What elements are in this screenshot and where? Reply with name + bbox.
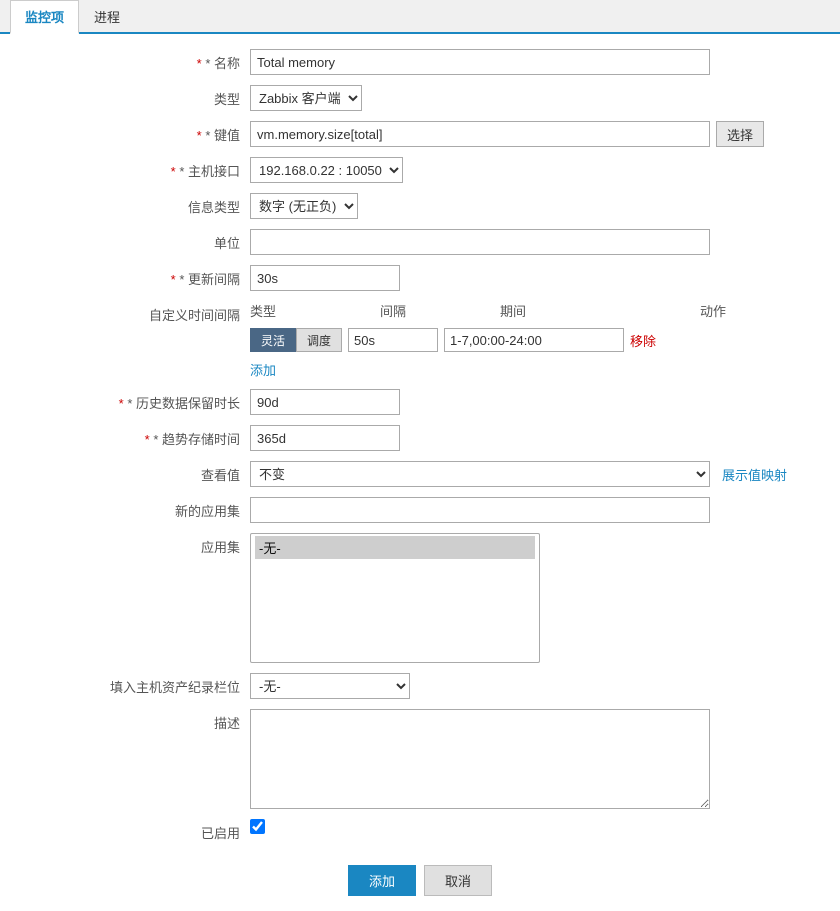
new-app-label: 新的应用集 — [20, 497, 250, 520]
toggle-flexible[interactable]: 灵活 — [250, 328, 296, 352]
unit-input[interactable] — [250, 229, 710, 255]
ci-period-input[interactable] — [444, 328, 624, 352]
app-set-label: 应用集 — [20, 533, 250, 556]
trend-input[interactable] — [250, 425, 400, 451]
unit-label: 单位 — [20, 229, 250, 252]
name-input[interactable] — [250, 49, 710, 75]
key-input[interactable] — [250, 121, 710, 147]
history-input[interactable] — [250, 389, 400, 415]
info-type-label: 信息类型 — [20, 193, 250, 216]
trend-label: * 趋势存储时间 — [20, 425, 250, 448]
update-interval-label: * 更新间隔 — [20, 265, 250, 288]
history-label: * 历史数据保留时长 — [20, 389, 250, 412]
app-set-list[interactable]: -无- — [250, 533, 540, 663]
add-custom-interval-link[interactable]: 添加 — [250, 360, 276, 379]
new-app-input[interactable] — [250, 497, 710, 523]
type-toggle-group: 灵活 调度 — [250, 328, 342, 352]
col-header-interval: 间隔 — [380, 301, 500, 320]
col-header-period: 期间 — [500, 301, 700, 320]
type-label: 类型 — [20, 85, 250, 108]
host-interface-label: * 主机接口 — [20, 157, 250, 180]
info-type-select[interactable]: 数字 (无正负) — [250, 193, 358, 219]
host-asset-select[interactable]: -无- — [250, 673, 410, 699]
ci-interval-input[interactable] — [348, 328, 438, 352]
update-interval-input[interactable] — [250, 265, 400, 291]
col-header-action: 动作 — [700, 301, 760, 320]
cancel-button[interactable]: 取消 — [424, 865, 492, 896]
enabled-checkbox[interactable] — [250, 819, 265, 834]
check-value-select[interactable]: 不变 — [250, 461, 710, 487]
tab-bar: 监控项 进程 — [0, 0, 840, 34]
desc-textarea[interactable] — [250, 709, 710, 809]
tab-monitor[interactable]: 监控项 — [10, 0, 79, 34]
show-mapping-link[interactable]: 展示值映射 — [722, 465, 787, 484]
key-select-button[interactable]: 选择 — [716, 121, 764, 147]
key-label: * 键值 — [20, 121, 250, 144]
remove-link[interactable]: 移除 — [630, 331, 656, 350]
enabled-label: 已启用 — [20, 819, 250, 842]
name-label: * 名称 — [20, 49, 250, 72]
custom-interval-label: 自定义时间间隔 — [20, 301, 250, 324]
check-value-label: 查看值 — [20, 461, 250, 484]
type-select[interactable]: Zabbix 客户端 — [250, 85, 362, 111]
host-interface-select[interactable]: 192.168.0.22 : 10050 — [250, 157, 403, 183]
tab-process[interactable]: 进程 — [79, 0, 135, 34]
host-asset-label: 填入主机资产纪录栏位 — [20, 673, 250, 696]
col-header-type: 类型 — [250, 301, 380, 320]
desc-label: 描述 — [20, 709, 250, 732]
toggle-scheduled[interactable]: 调度 — [296, 328, 342, 352]
add-button[interactable]: 添加 — [348, 865, 416, 896]
